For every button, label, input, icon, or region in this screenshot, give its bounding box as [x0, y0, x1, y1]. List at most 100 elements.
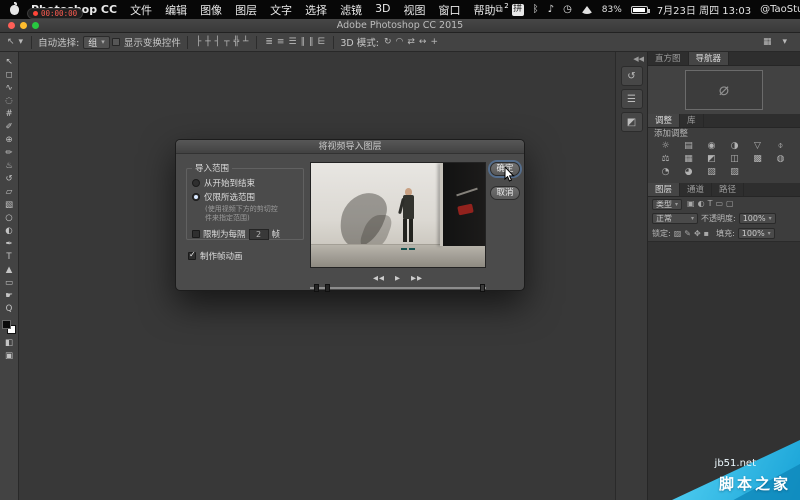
screen-recorder-badge[interactable]: 00:00:00	[27, 8, 83, 19]
distribute-right-icon[interactable]: ⋿	[318, 38, 326, 47]
adj-invert-icon[interactable]: ◍	[769, 153, 792, 166]
menu-item-4[interactable]: 文字	[270, 2, 292, 18]
time-machine-icon[interactable]: ◷	[563, 5, 572, 15]
menu-item-10[interactable]: 帮助	[474, 2, 496, 18]
volume-icon[interactable]: ♪	[548, 5, 554, 15]
quick-selection-tool[interactable]: ◌	[2, 95, 17, 108]
lock-transparent-icon[interactable]: ▨	[674, 230, 682, 238]
adj-threshold-icon[interactable]: ◕	[677, 166, 700, 179]
quick-mask-icon[interactable]: ◧	[2, 337, 17, 350]
menu-item-7[interactable]: 3D	[375, 2, 390, 18]
dodge-tool[interactable]: ◐	[2, 225, 17, 238]
apple-menu-icon[interactable]	[10, 5, 19, 15]
menu-item-2[interactable]: 图像	[200, 2, 222, 18]
adjustments-tab-1[interactable]: 库	[680, 114, 704, 127]
3d-scale-icon[interactable]: +	[430, 38, 438, 47]
lasso-tool[interactable]: ∿	[2, 82, 17, 95]
trim-end-handle[interactable]	[480, 284, 485, 292]
menu-item-8[interactable]: 视图	[404, 2, 426, 18]
make-frame-animation-checkbox[interactable]	[188, 252, 196, 260]
tool-preset-caret-icon[interactable]: ▾	[19, 38, 24, 47]
menu-item-6[interactable]: 滤镜	[340, 2, 362, 18]
blur-tool[interactable]: ○	[2, 212, 17, 225]
foreground-color-swatch[interactable]	[2, 320, 11, 329]
adj-channel-mixer-icon[interactable]: ◫	[723, 153, 746, 166]
menubar-user[interactable]: @TaoStudio	[760, 4, 800, 15]
adj-brightness-contrast-icon[interactable]: ☼	[654, 140, 677, 153]
layers-tab-1[interactable]: 通道	[680, 183, 712, 196]
hand-tool[interactable]: ☛	[2, 290, 17, 303]
filter-adjustment-layers-icon[interactable]: ◐	[698, 200, 705, 208]
chevron-down-icon[interactable]: ▾	[782, 38, 787, 47]
make-frame-animation-row[interactable]: 制作帧动画	[188, 250, 243, 262]
info-panel-icon[interactable]: ◩	[621, 112, 643, 132]
eraser-tool[interactable]: ▱	[2, 186, 17, 199]
filter-smart-objects-icon[interactable]: ▢	[726, 200, 734, 208]
type-tool[interactable]: T	[2, 251, 17, 264]
properties-panel-icon[interactable]: ☰	[621, 89, 643, 109]
radio-selected-range[interactable]	[192, 193, 200, 201]
filter-type-layers-icon[interactable]: T	[708, 200, 713, 208]
prev-frame-icon[interactable]: ◀◀	[373, 274, 385, 282]
adj-posterize-icon[interactable]: ◔	[654, 166, 677, 179]
clone-stamp-tool[interactable]: ♨	[2, 160, 17, 173]
adj-exposure-icon[interactable]: ◑	[723, 140, 746, 153]
adj-selective-color-icon[interactable]: ▨	[723, 166, 746, 179]
menu-item-5[interactable]: 选择	[305, 2, 327, 18]
eyedropper-tool[interactable]: ✐	[2, 121, 17, 134]
display-capture-icon[interactable]: ⧉2	[496, 5, 503, 15]
wifi-icon[interactable]	[581, 6, 593, 14]
trim-start-handle[interactable]	[314, 284, 319, 292]
pen-tool[interactable]: ✒	[2, 238, 17, 251]
lock-all-icon[interactable]: ▪	[704, 230, 709, 238]
adj-color-lookup-icon[interactable]: ▩	[746, 153, 769, 166]
layers-tab-2[interactable]: 路径	[712, 183, 744, 196]
zoom-window-button[interactable]	[32, 22, 39, 29]
crop-tool[interactable]: #	[2, 108, 17, 121]
menubar-clock[interactable]: 7月23日 周四 13:03	[657, 2, 751, 17]
radio-from-start-to-end[interactable]	[192, 179, 200, 187]
minimize-window-button[interactable]	[20, 22, 27, 29]
filter-pixel-layers-icon[interactable]: ▣	[687, 200, 695, 208]
lock-image-icon[interactable]: ✎	[684, 230, 691, 238]
navigator-tab-0[interactable]: 直方图	[648, 52, 689, 65]
adj-hue-saturation-icon[interactable]: ⌽	[769, 140, 792, 153]
workspace-switcher-icon[interactable]: ▦	[763, 38, 772, 47]
distribute-top-icon[interactable]: ≣	[265, 38, 273, 47]
show-transform-checkbox[interactable]	[112, 38, 120, 46]
adj-black-white-icon[interactable]: ▦	[677, 153, 700, 166]
opacity-dropdown[interactable]: 100% ▾	[739, 213, 776, 224]
input-method-icon[interactable]: 拼	[512, 4, 524, 16]
limit-frames-input[interactable]	[249, 229, 269, 240]
3d-slide-icon[interactable]: ↔	[419, 38, 427, 47]
distribute-left-icon[interactable]: ∥	[301, 38, 306, 47]
color-swatches[interactable]	[2, 320, 16, 334]
brush-tool[interactable]: ✏	[2, 147, 17, 160]
move-tool[interactable]: ↖	[2, 56, 17, 69]
screen-mode-icon[interactable]: ▣	[2, 350, 17, 363]
dialog-title[interactable]: 将视频导入图层	[176, 140, 524, 154]
align-center-h-icon[interactable]: ┼	[205, 38, 210, 47]
3d-rotate-icon[interactable]: ↻	[384, 38, 392, 47]
auto-select-dropdown[interactable]: 组 ▾	[83, 36, 110, 49]
distribute-middle-icon[interactable]: ≡	[277, 38, 285, 47]
navigator-tab-1[interactable]: 导航器	[689, 52, 730, 65]
limit-frames-checkbox[interactable]	[192, 230, 200, 238]
menu-item-1[interactable]: 编辑	[165, 2, 187, 18]
3d-roll-icon[interactable]: ◠	[396, 38, 404, 47]
menu-item-9[interactable]: 窗口	[439, 2, 461, 18]
trim-slider[interactable]	[310, 284, 486, 292]
radio-row-full[interactable]: 从开始到结束	[192, 177, 298, 189]
menu-item-3[interactable]: 图层	[235, 2, 257, 18]
align-left-icon[interactable]: ├	[196, 38, 201, 47]
adjustments-tab-0[interactable]: 调整	[648, 114, 680, 127]
navigator-proxy-preview[interactable]: ⌀	[685, 70, 763, 110]
next-frame-icon[interactable]: ▶▶	[411, 274, 423, 282]
radio-row-range[interactable]: 仅限所选范围	[192, 191, 298, 203]
blend-mode-dropdown[interactable]: 正常 ▾	[652, 213, 698, 224]
expand-panels-icon[interactable]: ◀◀	[633, 55, 644, 63]
align-right-icon[interactable]: ┤	[215, 38, 220, 47]
history-brush-tool[interactable]: ↺	[2, 173, 17, 186]
gradient-tool[interactable]: ▧	[2, 199, 17, 212]
adj-gradient-map-icon[interactable]: ▧	[700, 166, 723, 179]
